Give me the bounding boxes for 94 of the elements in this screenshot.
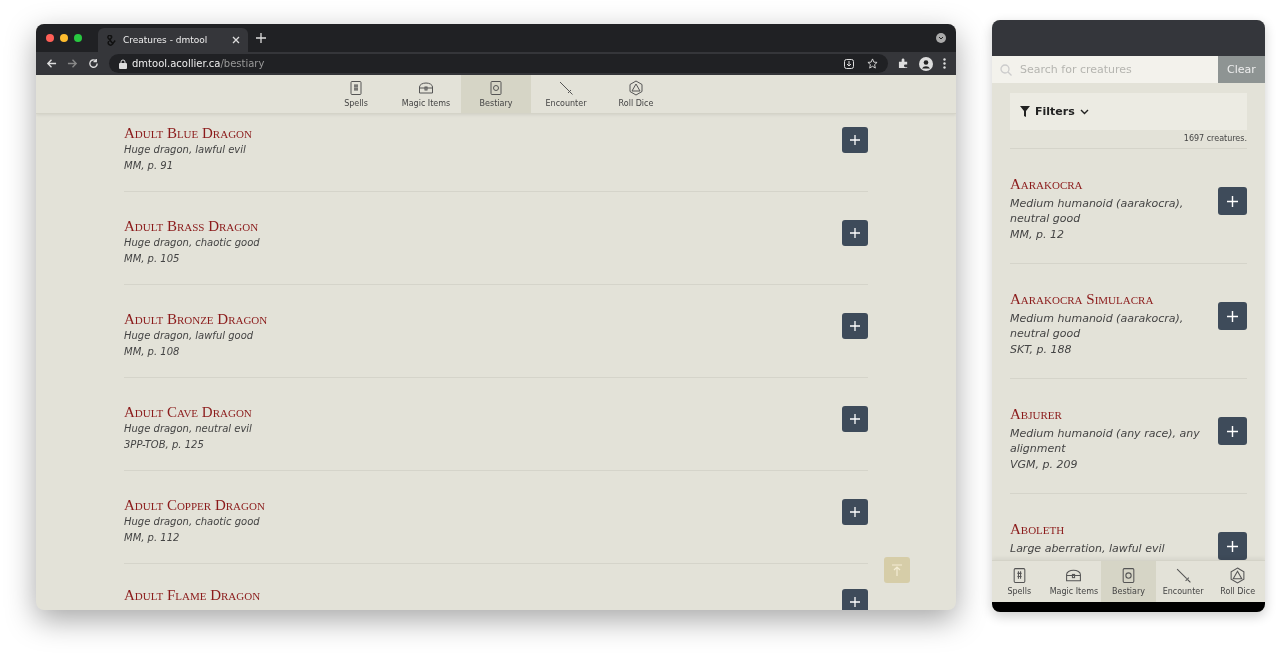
nav-tab[interactable]: Magic Items: [1046, 561, 1102, 602]
creature-count: 1697 creatures.: [1010, 130, 1247, 149]
add-button[interactable]: [842, 127, 868, 153]
search-icon: [1000, 63, 1012, 76]
nav-tab[interactable]: Spells: [321, 75, 391, 113]
creature-name[interactable]: Adult Copper Dragon: [124, 496, 265, 514]
creature-name[interactable]: Adult Flame Dragon: [124, 586, 261, 604]
reload-icon[interactable]: [88, 58, 99, 69]
creature-name[interactable]: Adult Bronze Dragon: [124, 310, 268, 328]
creature-name[interactable]: Aarakocra Simulacra: [1010, 290, 1208, 308]
spellbook-icon: [348, 80, 364, 96]
creature-type: Huge dragon, neutral evil: [124, 422, 252, 436]
add-button[interactable]: [1218, 417, 1247, 445]
add-button[interactable]: [842, 589, 868, 610]
ampersand-icon: [106, 34, 117, 46]
menu-icon[interactable]: [943, 58, 946, 69]
nav-tab[interactable]: Roll Dice: [601, 75, 671, 113]
star-icon[interactable]: [867, 58, 878, 69]
creature-type: Large aberration, lawful evil: [1010, 541, 1166, 556]
plus-icon: [850, 228, 860, 238]
plus-icon: [850, 321, 860, 331]
chevron-circle-icon[interactable]: [936, 33, 946, 43]
nav-tab[interactable]: Encounter: [1155, 561, 1211, 602]
plus-icon: [850, 507, 860, 517]
creature-source: MM, p. 105: [124, 252, 181, 266]
plus-icon: [850, 597, 860, 607]
book-icon: [1120, 567, 1137, 584]
creature-type: Huge dragon, lawful evil: [124, 143, 247, 157]
add-button[interactable]: [1218, 532, 1247, 560]
browser-tab[interactable]: Creatures - dmtool: [98, 28, 248, 52]
search-input[interactable]: Search for creatures: [1020, 61, 1210, 78]
nav-tab[interactable]: Encounter: [531, 75, 601, 113]
nav-tab[interactable]: Roll Dice: [1210, 561, 1265, 602]
add-button[interactable]: [842, 406, 868, 432]
lock-icon: [119, 58, 127, 69]
arrow-up-icon: [892, 564, 902, 576]
address-bar[interactable]: dmtool.acollier.ca/bestiary: [109, 54, 888, 73]
nav-tab[interactable]: Spells: [992, 561, 1047, 602]
maximize-window-button[interactable]: [74, 34, 82, 42]
search-field[interactable]: Search for creatures: [992, 56, 1218, 83]
creature-name[interactable]: Adult Blue Dragon: [124, 124, 252, 142]
puzzle-icon[interactable]: [898, 58, 909, 69]
plus-icon: [1227, 540, 1238, 552]
creature-source: MM, p. 91: [124, 159, 175, 173]
nav-tab[interactable]: Bestiary: [461, 75, 531, 113]
creature-source: 3PP-TOB, p. 125: [124, 438, 205, 452]
creature-name[interactable]: Abjurer: [1010, 405, 1208, 423]
die-icon: [1229, 567, 1247, 584]
filters-button[interactable]: Filters: [1010, 93, 1247, 130]
creature-source: MM, p. 112: [124, 531, 181, 545]
back-icon[interactable]: [46, 58, 57, 69]
profile-icon[interactable]: [919, 56, 933, 71]
chest-icon: [1065, 567, 1083, 584]
creature-source: SKT, p. 188: [1010, 342, 1073, 358]
creature-type: Huge dragon, lawful good: [124, 329, 255, 343]
creature-source: MM, p. 108: [124, 345, 181, 359]
creature-name[interactable]: Aarakocra: [1010, 175, 1208, 193]
creature-source: VGM, p. 209: [1010, 457, 1079, 473]
url-path: /bestiary: [220, 58, 265, 69]
creature-name[interactable]: Adult Brass Dragon: [124, 217, 260, 235]
plus-icon: [1227, 425, 1238, 437]
url-host: dmtool.acollier.ca: [132, 58, 221, 69]
book-icon: [488, 80, 504, 96]
chest-icon: [418, 80, 434, 96]
nav-tab[interactable]: Bestiary: [1101, 561, 1156, 602]
close-icon[interactable]: [232, 36, 240, 44]
creature-type: Medium humanoid (aarakocra), neutral good: [1010, 311, 1185, 341]
plus-icon: [850, 135, 860, 145]
install-icon[interactable]: [844, 58, 854, 69]
sword-icon: [1174, 567, 1192, 584]
creature-type: Huge dragon, chaotic good: [124, 515, 261, 529]
creature-name[interactable]: Adult Cave Dragon: [124, 403, 252, 421]
add-button[interactable]: [842, 313, 868, 339]
creature-type: Medium humanoid (any race), any alignment: [1010, 426, 1201, 456]
add-button[interactable]: [1218, 187, 1247, 215]
creature-type: Huge dragon, chaotic good: [124, 236, 260, 250]
nav-tab[interactable]: Magic Items: [391, 75, 461, 113]
filter-icon: [1020, 106, 1030, 117]
chevron-down-icon: [1079, 108, 1089, 115]
plus-icon: [1227, 195, 1238, 207]
close-window-button[interactable]: [46, 34, 54, 42]
add-button[interactable]: [842, 220, 868, 246]
sword-icon: [558, 80, 574, 96]
creature-name[interactable]: Aboleth: [1010, 520, 1208, 538]
new-tab-icon[interactable]: [256, 33, 266, 43]
plus-icon: [850, 414, 860, 424]
forward-icon[interactable]: [67, 58, 78, 69]
add-button[interactable]: [842, 499, 868, 525]
creature-type: Medium humanoid (aarakocra), neutral good: [1010, 196, 1185, 226]
creature-source: MM, p. 12: [1010, 227, 1065, 243]
die-icon: [628, 80, 644, 96]
add-button[interactable]: [1218, 302, 1247, 330]
minimize-window-button[interactable]: [60, 34, 68, 42]
plus-icon: [1227, 310, 1238, 322]
